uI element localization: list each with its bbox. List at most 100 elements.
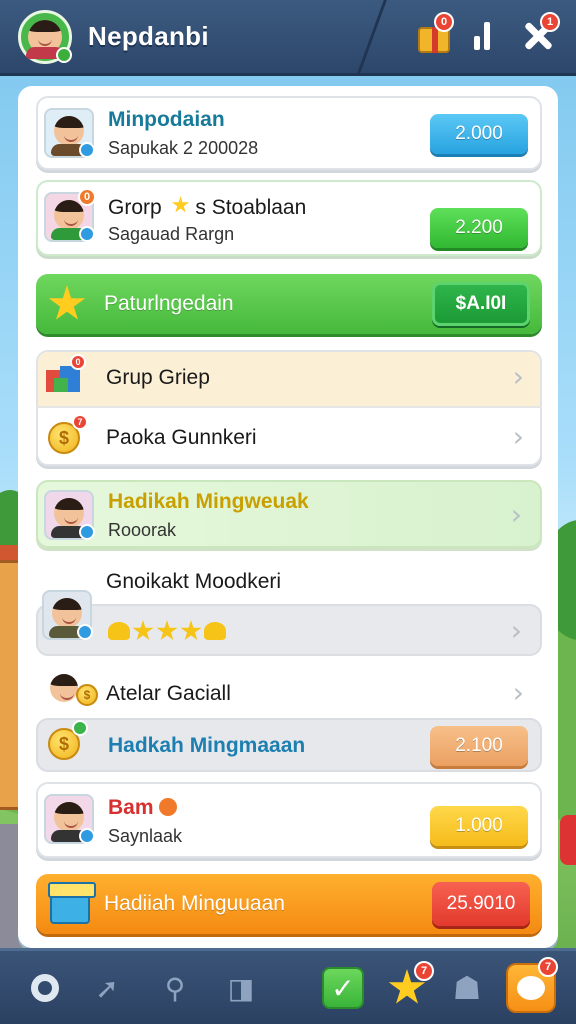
chevron-right-icon: › xyxy=(510,614,522,647)
star-notif-badge: 7 xyxy=(414,961,434,981)
avatar-face xyxy=(54,200,84,230)
avatar-face xyxy=(50,674,78,702)
row-title: Minpodaian xyxy=(108,108,225,131)
nav-check[interactable]: ✓ xyxy=(318,963,368,1013)
row-title: Hadkah Mingmaaan xyxy=(108,734,306,757)
close-button[interactable]: 1 xyxy=(518,12,560,56)
check-icon: ✓ xyxy=(322,967,364,1009)
bars-icon xyxy=(474,22,490,50)
avatar-badge xyxy=(79,828,95,844)
fire-icon xyxy=(159,798,178,816)
value-button[interactable]: 2.200 xyxy=(430,208,528,248)
avatar-badge xyxy=(79,524,95,540)
bell-icon xyxy=(204,622,226,640)
avatar-face xyxy=(52,598,82,628)
cubes-notif-badge: 0 xyxy=(70,354,86,370)
nav-arrow[interactable]: ➚ xyxy=(82,963,132,1013)
list-item-5[interactable]: $ 7 Paoka Gunnkeri › xyxy=(36,408,542,466)
star-icon xyxy=(48,285,86,320)
star-icon xyxy=(156,620,178,641)
top-divider xyxy=(356,0,387,76)
close-notif-badge: 1 xyxy=(540,12,560,32)
row-title: Grorp s Stoablaan xyxy=(108,196,306,220)
list-item-9[interactable]: $ Hadkah Mingmaaan 2.100 xyxy=(36,718,542,772)
nav-profile[interactable]: ⚲ xyxy=(150,963,200,1013)
player-avatar[interactable] xyxy=(18,9,72,64)
coin-notif-badge: 7 xyxy=(72,414,88,430)
reward-banner[interactable]: Paturlngedain $A.I0I xyxy=(36,274,542,334)
star-icon xyxy=(180,620,202,641)
value-button[interactable]: 2.000 xyxy=(430,114,528,154)
nav-ghost[interactable]: ☗ xyxy=(442,963,492,1013)
value-button[interactable]: 1.000 xyxy=(430,806,528,846)
avatar-notif-badge: 0 xyxy=(78,188,96,206)
avatar xyxy=(44,490,95,540)
rating-row xyxy=(108,620,226,642)
main-panel: Minpodaian Sapukak 2 200028 2.000 0 Gror… xyxy=(18,86,558,948)
row-subtitle: Rooorak xyxy=(108,520,177,540)
chat-icon: ◨ xyxy=(227,971,255,1005)
row-title: Grup Griep xyxy=(106,366,210,389)
star-icon xyxy=(171,196,190,213)
star-icon xyxy=(132,620,154,641)
nav-chat[interactable]: ◨ xyxy=(216,963,266,1013)
nav-star[interactable]: 7 xyxy=(382,961,434,1013)
row-subtitle: Sapukak 2 200028 xyxy=(108,138,259,158)
ghost-icon: ☗ xyxy=(452,969,482,1007)
value-button[interactable]: 2.100 xyxy=(430,726,528,766)
chevron-right-icon: › xyxy=(512,420,524,453)
player-name: Nepdanbi xyxy=(88,21,209,51)
gift-notif-badge: 0 xyxy=(434,12,454,32)
nav-orange[interactable]: 7 xyxy=(506,957,558,1013)
banner-title: Paturlngedain xyxy=(104,292,234,315)
avatar xyxy=(42,590,93,640)
nav-home[interactable] xyxy=(20,963,70,1013)
avatar: 0 xyxy=(44,188,96,242)
avatar xyxy=(44,794,95,844)
arrow-icon: ➚ xyxy=(95,971,119,1005)
chevron-right-icon: › xyxy=(510,498,522,531)
avatar-badge xyxy=(79,226,95,242)
coin-icon: $ xyxy=(76,684,98,706)
row-title: Atelar Gaciall xyxy=(106,682,231,705)
home-icon xyxy=(31,974,59,1002)
avatar-badge xyxy=(79,142,95,158)
avatar xyxy=(44,108,95,158)
weekly-reward-banner[interactable]: Hadiiah Minguuaan 25.9010 xyxy=(36,874,542,934)
bars-button[interactable] xyxy=(462,16,502,56)
row-title-suffix: s Stoablaan xyxy=(195,196,307,219)
section-title: Gnoikakt Moodkeri xyxy=(106,570,282,593)
chevron-right-icon: › xyxy=(512,676,524,709)
coin-notif-dot xyxy=(72,720,88,736)
profile-icon: ⚲ xyxy=(164,971,186,1005)
online-badge xyxy=(56,46,72,63)
claim-button[interactable]: $A.I0I xyxy=(432,282,530,326)
gift-button[interactable]: 0 xyxy=(414,12,454,56)
row-title: Bam xyxy=(108,796,178,820)
row-subtitle: Saynlaak xyxy=(108,826,183,846)
row-title-text: Bam xyxy=(108,796,154,819)
banner-title: Hadiiah Minguuaan xyxy=(104,892,285,915)
top-bar: Nepdanbi 0 1 xyxy=(0,0,576,76)
list-item-7[interactable]: › xyxy=(36,604,542,656)
list-item-1[interactable]: Minpodaian Sapukak 2 200028 2.000 xyxy=(36,96,542,170)
row-title: Hadikah Mingweuak xyxy=(108,490,309,513)
list-item-10[interactable]: Bam Saynlaak 1.000 xyxy=(36,782,542,858)
list-item-6[interactable]: Hadikah Mingweuak Rooorak › xyxy=(36,480,542,548)
shop-icon xyxy=(48,882,96,924)
row-subtitle: Sagauad Rargn xyxy=(108,224,235,244)
chevron-right-icon: › xyxy=(512,360,524,393)
list-item-8[interactable]: $ Atelar Gaciall › xyxy=(36,672,542,718)
avatar-face xyxy=(54,498,84,528)
row-title: Paoka Gunnkeri xyxy=(106,426,257,449)
value-button[interactable]: 25.9010 xyxy=(432,882,530,926)
avatar-badge xyxy=(77,624,93,640)
bottom-nav: ➚ ⚲ ◨ ✓ 7 ☗ 7 xyxy=(0,948,576,1024)
avatar-face xyxy=(54,802,84,832)
bell-icon xyxy=(108,622,130,640)
row-title-text: Grorp xyxy=(108,196,162,219)
hydrant xyxy=(560,815,576,865)
avatar-face xyxy=(54,116,84,146)
list-item-2[interactable]: 0 Grorp s Stoablaan Sagauad Rargn 2.200 xyxy=(36,180,542,256)
list-item-4[interactable]: 0 Grup Griep › xyxy=(36,350,542,406)
